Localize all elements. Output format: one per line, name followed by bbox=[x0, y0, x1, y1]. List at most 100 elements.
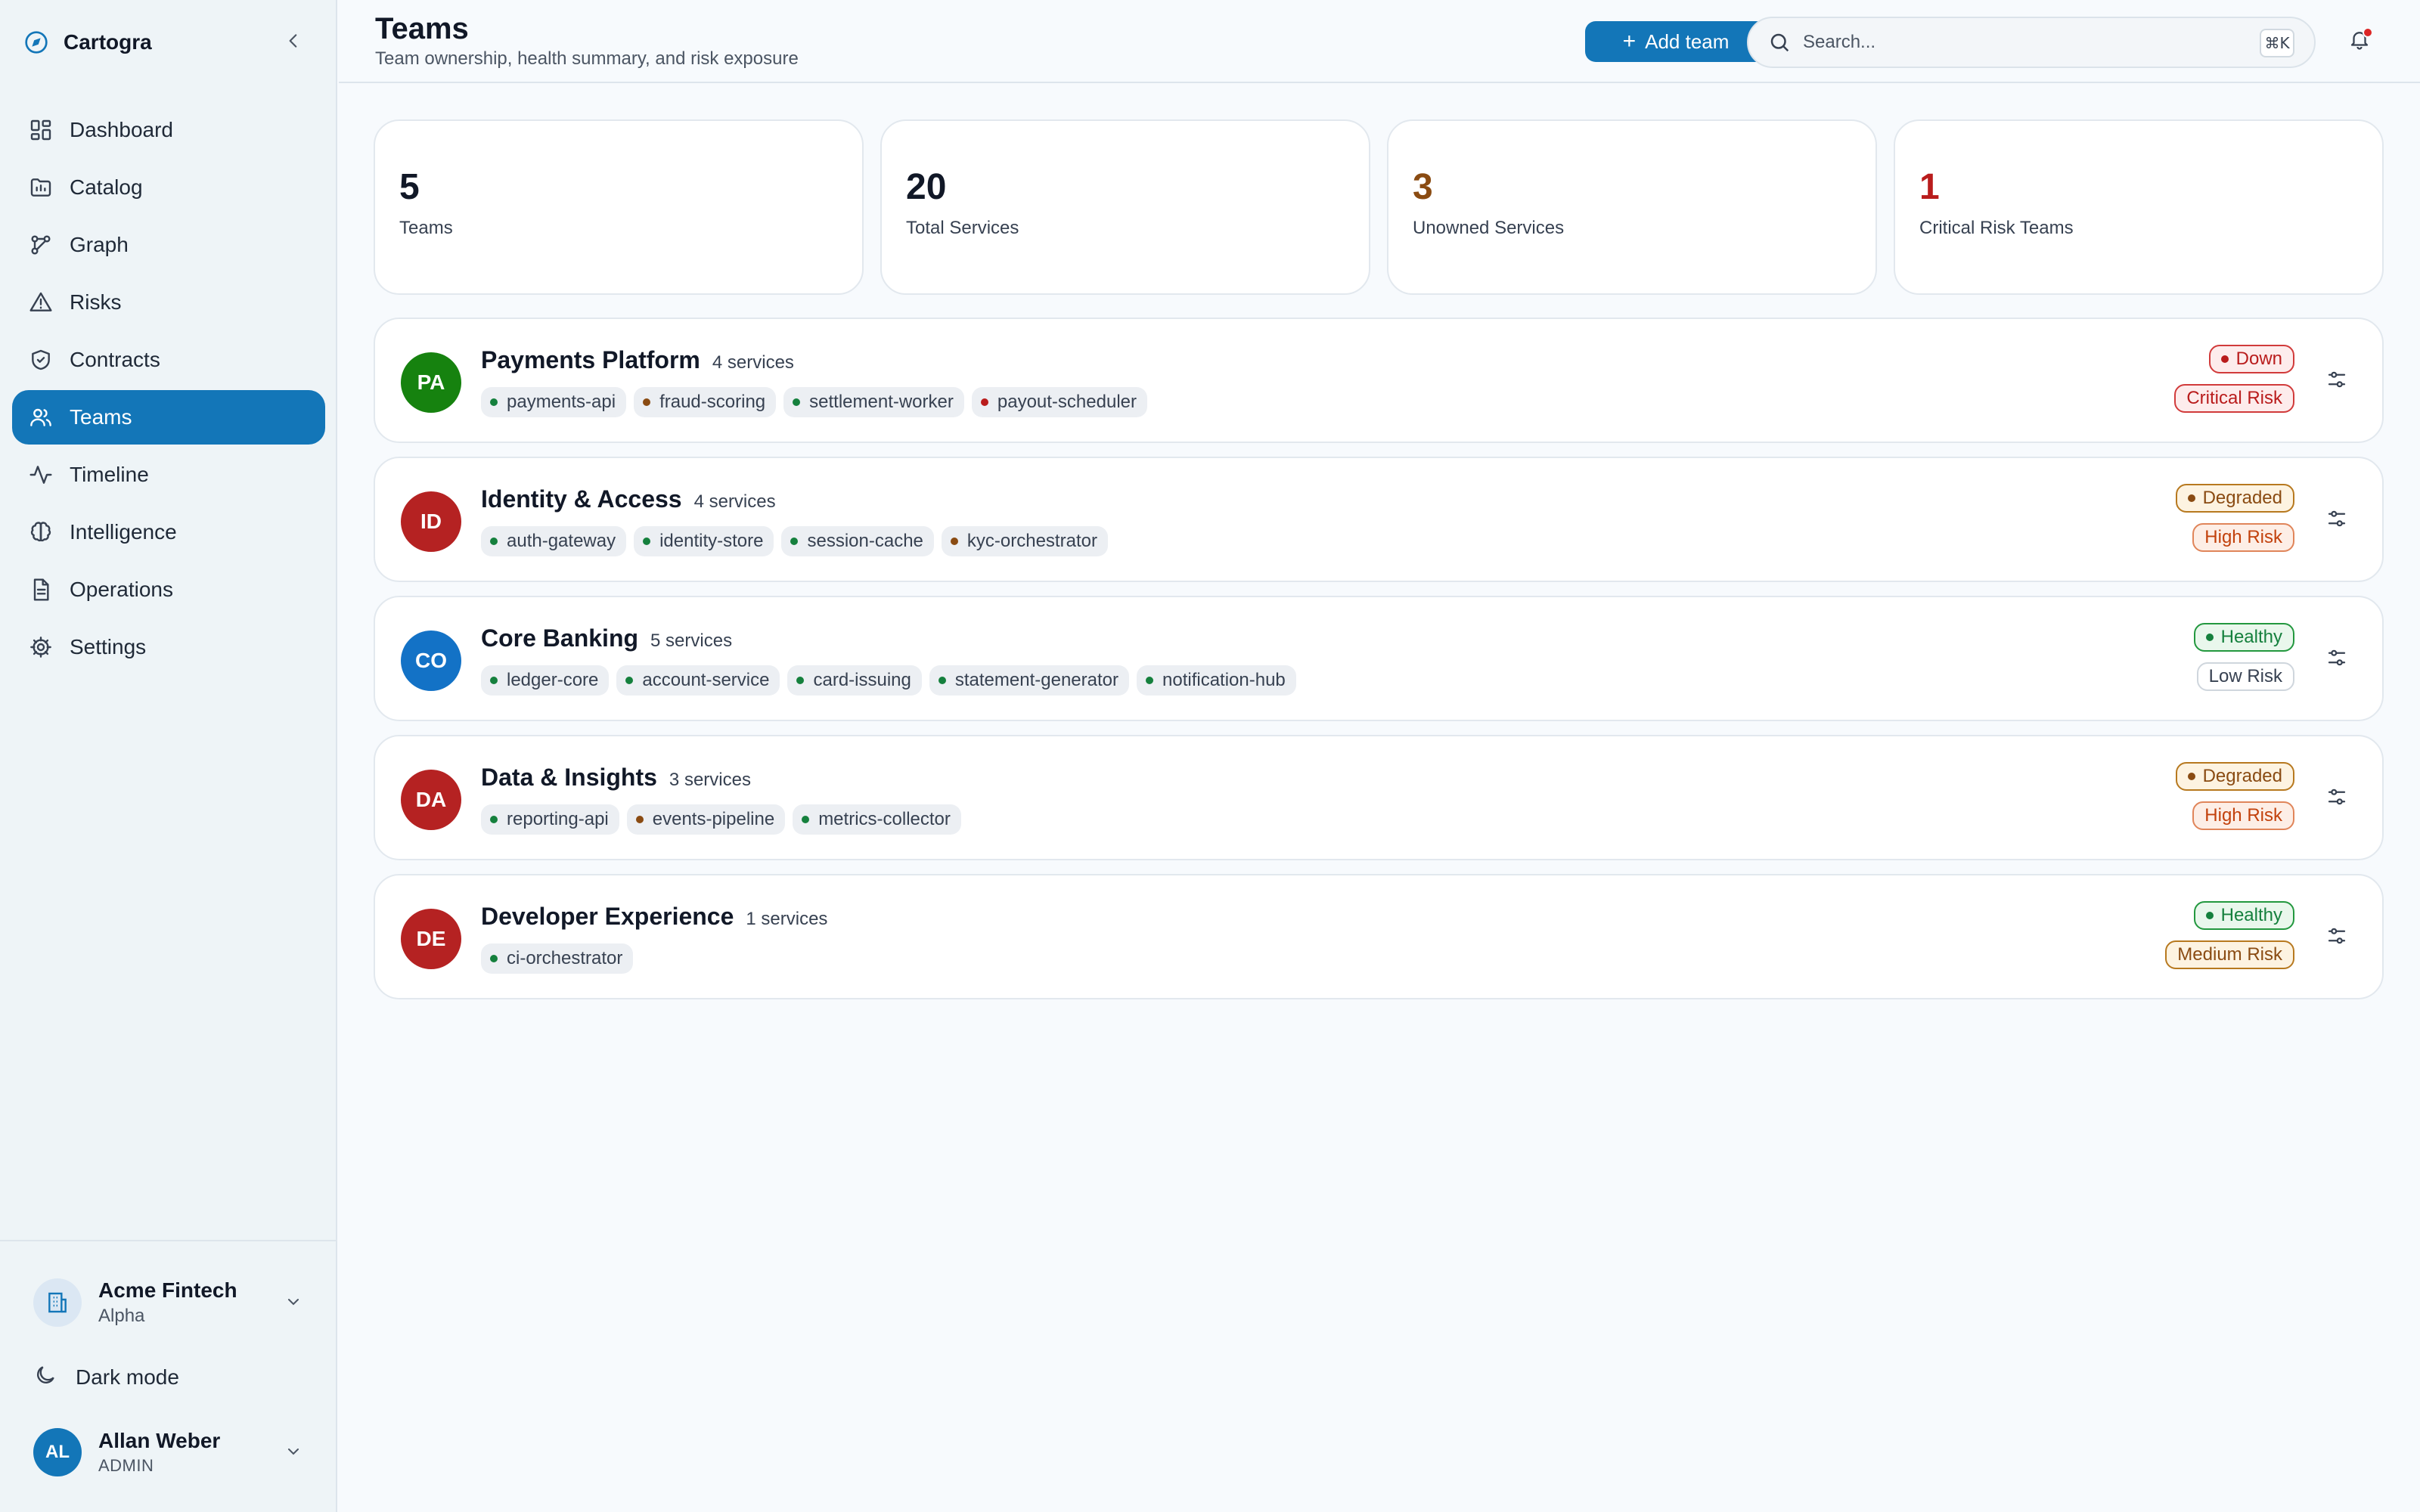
stat-card-critical-risk-teams: 1 Critical Risk Teams bbox=[1894, 119, 2384, 295]
sidebar-item-operations[interactable]: Operations bbox=[12, 562, 325, 617]
team-settings-button[interactable] bbox=[2323, 785, 2350, 812]
moon-icon bbox=[33, 1363, 57, 1393]
service-chip-label: notification-hub bbox=[1162, 670, 1286, 690]
search-input[interactable] bbox=[1803, 32, 2226, 53]
service-chip[interactable]: payments-api bbox=[481, 387, 627, 417]
status-dot bbox=[2220, 355, 2229, 363]
service-chip[interactable]: session-cache bbox=[781, 526, 934, 556]
team-service-count: 5 services bbox=[650, 631, 733, 651]
team-name[interactable]: Core Banking 5 services bbox=[481, 624, 732, 652]
service-chip[interactable]: fraud-scoring bbox=[634, 387, 777, 417]
sliders-icon bbox=[2325, 368, 2348, 395]
stat-value: 1 bbox=[1919, 167, 1940, 207]
team-name[interactable]: Data & Insights 3 services bbox=[481, 764, 751, 792]
sliders-icon bbox=[2325, 507, 2348, 534]
health-badge: Degraded bbox=[2175, 484, 2294, 513]
risk-badge: Medium Risk bbox=[2165, 940, 2294, 969]
team-name-text: Identity & Access bbox=[481, 485, 682, 513]
service-chip-list: auth-gateway identity-store session-cache k… bbox=[481, 526, 1108, 556]
status-dot bbox=[2187, 494, 2195, 502]
team-settings-button[interactable] bbox=[2323, 924, 2350, 951]
stat-value: 3 bbox=[1413, 167, 1433, 207]
service-chip[interactable]: account-service bbox=[616, 665, 780, 696]
stat-label: Critical Risk Teams bbox=[1919, 218, 2074, 238]
dark-mode-label: Dark mode bbox=[76, 1365, 179, 1389]
sidebar-item-settings[interactable]: Settings bbox=[12, 620, 325, 674]
service-chip[interactable]: notification-hub bbox=[1137, 665, 1296, 696]
service-chip[interactable]: reporting-api bbox=[481, 804, 619, 835]
service-chip-label: auth-gateway bbox=[507, 531, 616, 551]
service-chip[interactable]: payout-scheduler bbox=[971, 387, 1147, 417]
status-dot bbox=[625, 677, 634, 684]
add-team-button[interactable]: + Add team bbox=[1585, 21, 1767, 62]
chevron-down-icon bbox=[281, 1290, 306, 1314]
dark-mode-toggle[interactable]: Dark mode bbox=[33, 1361, 179, 1394]
plus-icon: + bbox=[1622, 29, 1637, 54]
service-chip[interactable]: identity-store bbox=[634, 526, 774, 556]
team-row[interactable]: PA Payments Platform 4 services payments-ap… bbox=[374, 318, 2384, 443]
team-service-count: 1 services bbox=[746, 909, 828, 929]
sidebar-item-timeline[interactable]: Timeline bbox=[12, 448, 325, 502]
service-chip[interactable]: ledger-core bbox=[481, 665, 610, 696]
team-avatar: PA bbox=[401, 352, 461, 413]
health-badge: Down bbox=[2208, 345, 2294, 373]
page-subtitle: Team ownership, health summary, and risk… bbox=[375, 48, 799, 69]
team-name[interactable]: Developer Experience 1 services bbox=[481, 903, 827, 931]
team-row[interactable]: DE Developer Experience 1 services ci-orche… bbox=[374, 874, 2384, 999]
service-chip-label: card-issuing bbox=[813, 670, 911, 690]
brand[interactable]: Cartogra bbox=[24, 27, 152, 57]
sidebar-item-intelligence[interactable]: Intelligence bbox=[12, 505, 325, 559]
status-dot bbox=[490, 398, 498, 406]
status-dot bbox=[2205, 634, 2214, 641]
team-row[interactable]: CO Core Banking 5 services ledger-core accou… bbox=[374, 596, 2384, 721]
team-settings-button[interactable] bbox=[2323, 646, 2350, 673]
health-badge-label: Healthy bbox=[2220, 905, 2282, 925]
service-chip[interactable]: metrics-collector bbox=[793, 804, 961, 835]
team-row[interactable]: ID Identity & Access 4 services auth-gatewa… bbox=[374, 457, 2384, 582]
stat-card-unowned-services: 3 Unowned Services bbox=[1387, 119, 1877, 295]
sidebar-item-label: Operations bbox=[70, 578, 173, 601]
health-badge-label: Down bbox=[2235, 349, 2282, 369]
sidebar-item-catalog[interactable]: Catalog bbox=[12, 160, 325, 215]
search-box[interactable]: ⌘K bbox=[1747, 17, 2316, 68]
status-dot bbox=[790, 538, 799, 545]
sidebar: Cartogra Dashboard Catalog Graph Risks Contr… bbox=[0, 0, 337, 1512]
team-name[interactable]: Payments Platform 4 services bbox=[481, 346, 794, 374]
team-name[interactable]: Identity & Access 4 services bbox=[481, 485, 776, 513]
notifications-button[interactable] bbox=[2344, 26, 2375, 56]
sidebar-item-contracts[interactable]: Contracts bbox=[12, 333, 325, 387]
team-settings-button[interactable] bbox=[2323, 367, 2350, 395]
service-chip[interactable]: auth-gateway bbox=[481, 526, 627, 556]
service-chip[interactable]: ci-orchestrator bbox=[481, 943, 634, 974]
sidebar-item-teams[interactable]: Teams bbox=[12, 390, 325, 445]
service-chip[interactable]: card-issuing bbox=[787, 665, 922, 696]
service-chip[interactable]: events-pipeline bbox=[626, 804, 786, 835]
service-chip-label: statement-generator bbox=[954, 670, 1118, 690]
org-plan: Alpha bbox=[98, 1306, 145, 1326]
health-badge: Degraded bbox=[2175, 762, 2294, 791]
sidebar-item-dashboard[interactable]: Dashboard bbox=[12, 103, 325, 157]
risk-badge: Critical Risk bbox=[2174, 384, 2294, 413]
sidebar-item-graph[interactable]: Graph bbox=[12, 218, 325, 272]
building-icon bbox=[33, 1278, 82, 1327]
sidebar-item-risks[interactable]: Risks bbox=[12, 275, 325, 330]
page-header: Teams Team ownership, health summary, an… bbox=[339, 0, 2420, 83]
service-chip[interactable]: settlement-worker bbox=[783, 387, 964, 417]
service-chip[interactable]: kyc-orchestrator bbox=[941, 526, 1108, 556]
chevron-down-icon bbox=[281, 1439, 306, 1464]
service-chip-list: ci-orchestrator bbox=[481, 943, 634, 974]
sidebar-item-label: Timeline bbox=[70, 463, 149, 486]
status-dot bbox=[490, 955, 498, 962]
status-dot bbox=[1146, 677, 1153, 684]
team-settings-button[interactable] bbox=[2323, 507, 2350, 534]
service-chip[interactable]: statement-generator bbox=[929, 665, 1129, 696]
org-switcher[interactable]: Acme Fintech Alpha bbox=[33, 1273, 306, 1332]
team-row[interactable]: DA Data & Insights 3 services reporting-api… bbox=[374, 735, 2384, 860]
stat-label: Total Services bbox=[906, 218, 1019, 238]
collapse-sidebar-button[interactable] bbox=[280, 29, 307, 56]
status-dot bbox=[2187, 773, 2195, 780]
status-dot bbox=[490, 816, 498, 823]
user-menu[interactable]: AL Allan Weber ADMIN bbox=[33, 1423, 306, 1482]
health-badge-label: Degraded bbox=[2202, 488, 2282, 508]
user-name: Allan Weber bbox=[98, 1429, 221, 1452]
